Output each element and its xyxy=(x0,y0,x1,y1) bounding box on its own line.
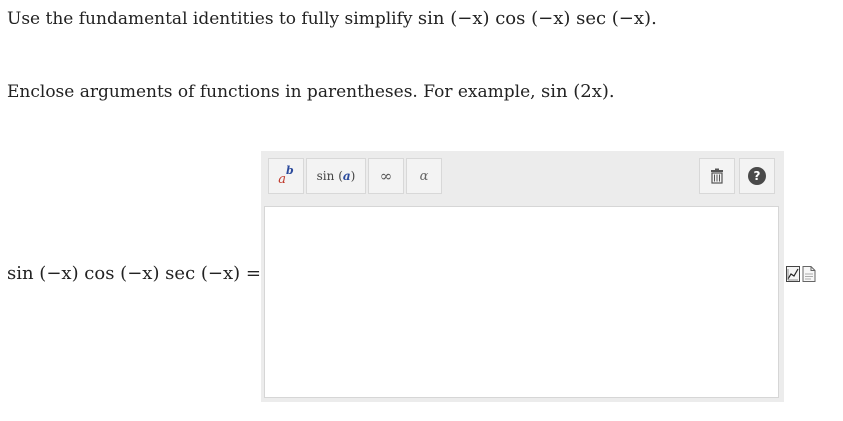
hint-text: Enclose arguments of functions in parent… xyxy=(7,82,536,102)
hint-line: Enclose arguments of functions in parent… xyxy=(7,81,615,103)
sin-button[interactable]: sin (a) xyxy=(306,158,366,194)
sin-arg-label: a xyxy=(342,169,351,183)
help-button[interactable]: ? xyxy=(739,158,775,194)
sin-icon: sin (a) xyxy=(316,169,356,183)
instruction-text: Use the fundamental identities to fully … xyxy=(7,9,413,29)
instruction-expression: sin (−x) cos (−x) sec (−x). xyxy=(417,8,657,29)
trash-icon xyxy=(711,168,723,184)
side-tools xyxy=(786,266,816,282)
hint-expression: sin (2x). xyxy=(540,81,615,102)
equation-lhs: sin (−x) cos (−x) sec (−x) = xyxy=(7,263,261,284)
instruction-line: Use the fundamental identities to fully … xyxy=(7,8,657,30)
math-toolbar: ab sin (a) ∞ α ? xyxy=(261,151,784,205)
clear-button[interactable] xyxy=(699,158,735,194)
math-input-widget: ab sin (a) ∞ α ? xyxy=(261,151,784,402)
help-icon: ? xyxy=(748,167,766,185)
infinity-icon: ∞ xyxy=(379,167,393,185)
power-exponent: b xyxy=(286,163,294,177)
alpha-icon: α xyxy=(419,168,429,184)
sin-func-label: sin xyxy=(316,169,335,183)
alpha-button[interactable]: α xyxy=(406,158,442,194)
infinity-button[interactable]: ∞ xyxy=(368,158,404,194)
power-base: a xyxy=(278,171,287,187)
answer-input[interactable] xyxy=(264,206,779,398)
document-icon[interactable] xyxy=(802,266,816,282)
graph-icon[interactable] xyxy=(786,266,800,282)
power-icon: ab xyxy=(278,164,293,187)
power-button[interactable]: ab xyxy=(268,158,304,194)
